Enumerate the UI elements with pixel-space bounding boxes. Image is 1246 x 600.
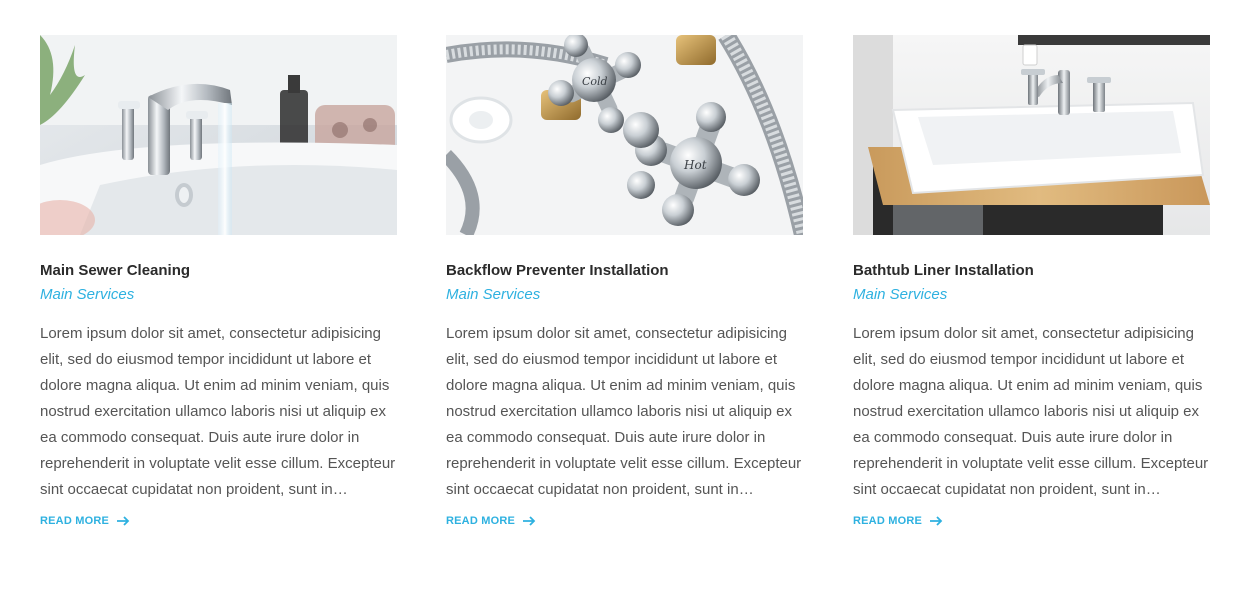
vessel-sink-photo: [853, 35, 1210, 235]
service-excerpt: Lorem ipsum dolor sit amet, consectetur …: [853, 325, 1209, 498]
service-image-faucet[interactable]: [40, 35, 397, 235]
read-more-label: READ MORE: [446, 515, 516, 527]
service-excerpt: Lorem ipsum dolor sit amet, consectetur …: [446, 325, 802, 498]
service-category-link[interactable]: Main Services: [853, 286, 1210, 304]
read-more-link[interactable]: READ MORE: [853, 515, 943, 527]
service-image-sink[interactable]: [853, 35, 1210, 235]
service-title[interactable]: Backflow Preventer Installation: [446, 262, 803, 280]
valve-handles-photo: Cold Hot: [446, 35, 803, 235]
faucet-sink-photo: [40, 35, 397, 235]
arrow-right-icon: [117, 516, 130, 526]
handle-label-hot: Hot: [683, 158, 707, 172]
services-grid: Main Sewer Cleaning Main Services Lorem …: [0, 0, 1246, 600]
read-more-label: READ MORE: [853, 515, 923, 527]
service-category-link[interactable]: Main Services: [40, 286, 397, 304]
read-more-link[interactable]: READ MORE: [40, 515, 130, 527]
service-card: Cold Hot Backflow Preventer Installation…: [446, 35, 803, 529]
arrow-right-icon: [523, 516, 536, 526]
read-more-link[interactable]: READ MORE: [446, 515, 536, 527]
service-image-valves[interactable]: Cold Hot: [446, 35, 803, 235]
read-more-label: READ MORE: [40, 515, 110, 527]
service-category-link[interactable]: Main Services: [446, 286, 803, 304]
service-card: Main Sewer Cleaning Main Services Lorem …: [40, 35, 397, 529]
service-excerpt: Lorem ipsum dolor sit amet, consectetur …: [40, 325, 396, 498]
handle-label-cold: Cold: [582, 75, 608, 88]
service-title[interactable]: Bathtub Liner Installation: [853, 262, 1210, 280]
arrow-right-icon: [930, 516, 943, 526]
service-title[interactable]: Main Sewer Cleaning: [40, 262, 397, 280]
service-card: Bathtub Liner Installation Main Services…: [853, 35, 1210, 529]
